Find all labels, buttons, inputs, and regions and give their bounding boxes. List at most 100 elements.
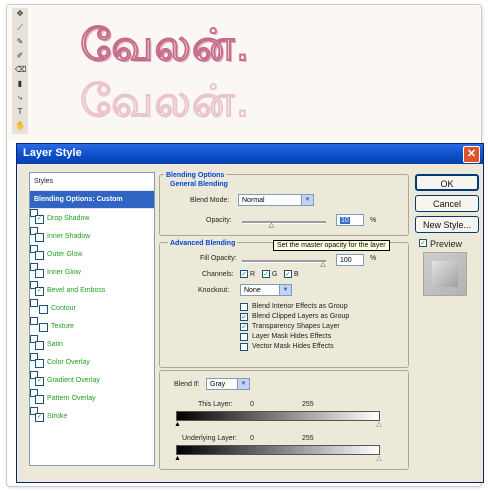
fill-opacity-slider-thumb[interactable]: △ (320, 261, 326, 268)
underlying-layer-white-thumb[interactable]: △ (376, 455, 382, 462)
channel-r-checkbox[interactable]: ✓ (240, 270, 248, 278)
transparency-shapes-checkbox[interactable]: ✓ (240, 323, 248, 331)
pencil-tool-icon[interactable]: ✐ (15, 52, 25, 60)
underlying-layer-black-thumb[interactable]: ▲ (174, 455, 181, 462)
brush-tool-icon[interactable]: ✎ (15, 38, 25, 46)
style-checkbox[interactable] (35, 269, 44, 278)
chevron-down-icon: ▼ (237, 379, 249, 389)
opacity-label: Opacity: (206, 217, 232, 224)
channel-b-checkbox[interactable]: ✓ (284, 270, 292, 278)
styles-list-item[interactable]: Satin (30, 335, 63, 350)
style-checkbox[interactable]: ✓ (35, 287, 44, 296)
knockout-select[interactable]: None ▼ (240, 284, 292, 296)
style-checkbox[interactable] (35, 341, 44, 350)
preview-label: Preview (430, 239, 463, 249)
styles-list-item[interactable]: Inner Glow (30, 263, 81, 278)
styles-list-item[interactable]: Inner Shadow (30, 227, 90, 242)
styles-list-item[interactable]: ✓ Gradient Overlay (30, 371, 100, 386)
blend-mode-label: Blend Mode: (190, 197, 230, 204)
blend-if-value: Gray (210, 381, 226, 388)
style-checkbox[interactable]: ✓ (35, 413, 44, 422)
opacity-value: 10 (340, 217, 350, 224)
blend-clipped-checkbox[interactable]: ✓ (240, 313, 248, 321)
underlying-layer-gradient (176, 445, 380, 455)
lasso-tool-icon[interactable]: ⟋ (15, 24, 25, 32)
knockout-value: None (244, 287, 261, 294)
this-layer-black-thumb[interactable]: ▲ (174, 421, 181, 428)
styles-list-item[interactable]: Contour (30, 299, 76, 314)
style-checkbox[interactable] (39, 305, 48, 314)
close-icon[interactable]: ✕ (463, 146, 480, 163)
dialog-title-bar[interactable]: Layer Style ✕ (17, 144, 483, 164)
this-layer-min: 0 (250, 401, 254, 408)
move-tool-icon[interactable]: ✥ (15, 10, 25, 18)
styles-list-item-label: Outer Glow (47, 251, 83, 258)
vector-mask-checkbox[interactable] (240, 343, 248, 351)
chevron-down-icon: ▼ (301, 195, 313, 205)
blend-mode-select[interactable]: Normal ▼ (238, 194, 314, 206)
styles-list-item[interactable]: Outer Glow (30, 245, 82, 260)
style-checkbox[interactable] (35, 359, 44, 368)
new-style-button[interactable]: New Style... (415, 216, 479, 233)
ok-button[interactable]: OK (415, 174, 479, 191)
styles-list-item[interactable]: Blending Options: Custom (30, 191, 154, 209)
styles-list-item[interactable]: ✓ Bevel and Emboss (30, 281, 105, 296)
fill-opacity-slider-track[interactable] (242, 260, 326, 263)
this-layer-white-thumb[interactable]: △ (376, 421, 382, 428)
styles-list-item[interactable]: Texture (30, 317, 74, 332)
styles-list-item[interactable]: ✓ Stroke (30, 407, 67, 422)
styles-list-item-label: Bevel and Emboss (47, 287, 106, 294)
fill-tool-icon[interactable]: ▮ (15, 80, 25, 88)
style-checkbox[interactable] (35, 251, 44, 260)
styles-list-item[interactable]: Styles (30, 173, 154, 191)
styles-list-item-label: Pattern Overlay (47, 395, 96, 402)
styles-list-item-label: Stroke (47, 413, 68, 420)
layer-mask-checkbox[interactable] (240, 333, 248, 341)
styles-list-item-label: Contour (51, 305, 76, 312)
styles-list-item-label: Inner Shadow (47, 233, 91, 240)
styles-list-item-label: Texture (51, 323, 74, 330)
underlying-layer-max: 255 (302, 435, 314, 442)
blending-options-group: Blending Options General Blending Blend … (159, 172, 409, 236)
opacity-input[interactable]: 10 (336, 214, 364, 226)
this-layer-max: 255 (302, 401, 314, 408)
eraser-tool-icon[interactable]: ⌫ (15, 66, 26, 74)
style-checkbox[interactable]: ✓ (35, 377, 44, 386)
style-checkbox[interactable]: ✓ (35, 215, 44, 224)
fill-opacity-unit: % (370, 255, 377, 262)
blend-mode-value: Normal (242, 197, 265, 204)
this-layer-label: This Layer: (198, 401, 233, 408)
fill-opacity-input[interactable]: 100 (336, 254, 364, 266)
channel-b-label: B (294, 271, 299, 278)
style-preview-inner (432, 261, 458, 287)
blend-if-group: Blend If: Gray ▼ This Layer: 0 255 ▲ △ U… (159, 370, 409, 470)
styles-list-item-label: Blending Options: Custom (34, 196, 123, 203)
blend-interior-checkbox[interactable] (240, 303, 248, 311)
fill-opacity-label: Fill Opacity: (200, 255, 237, 262)
styles-list-item-label: Drop Shadow (47, 215, 90, 222)
tamil-text-art-top: வேலன். (79, 19, 251, 72)
blend-clipped-label: Blend Clipped Layers as Group (252, 313, 350, 320)
underlying-layer-min: 0 (250, 435, 254, 442)
pen-tool-icon[interactable]: ⤷ (15, 94, 25, 102)
style-checkbox[interactable] (35, 395, 44, 404)
blend-if-select[interactable]: Gray ▼ (206, 378, 250, 390)
style-checkbox[interactable] (35, 233, 44, 242)
blend-interior-label: Blend Interior Effects as Group (252, 303, 348, 310)
channel-r-label: R (250, 271, 256, 278)
opacity-slider-thumb[interactable]: △ (268, 222, 274, 229)
cancel-button[interactable]: Cancel (415, 195, 479, 212)
channel-g-checkbox[interactable]: ✓ (262, 270, 270, 278)
transparency-shapes-label: Transparency Shapes Layer (252, 323, 340, 330)
preview-checkbox[interactable]: ✓ (419, 239, 427, 247)
opacity-slider-track[interactable] (242, 221, 326, 224)
hand-tool-icon[interactable]: ✋ (15, 122, 25, 130)
style-checkbox[interactable] (39, 323, 48, 332)
chevron-down-icon: ▼ (279, 285, 291, 295)
styles-list-item[interactable]: ✓ Drop Shadow (30, 209, 89, 224)
text-tool-icon[interactable]: T (15, 108, 25, 116)
styles-list-item[interactable]: Color Overlay (30, 353, 90, 368)
styles-list-item[interactable]: Pattern Overlay (30, 389, 96, 404)
opacity-tooltip: Set the master opacity for the layer (273, 240, 390, 251)
blending-options-title: Blending Options (164, 172, 227, 179)
